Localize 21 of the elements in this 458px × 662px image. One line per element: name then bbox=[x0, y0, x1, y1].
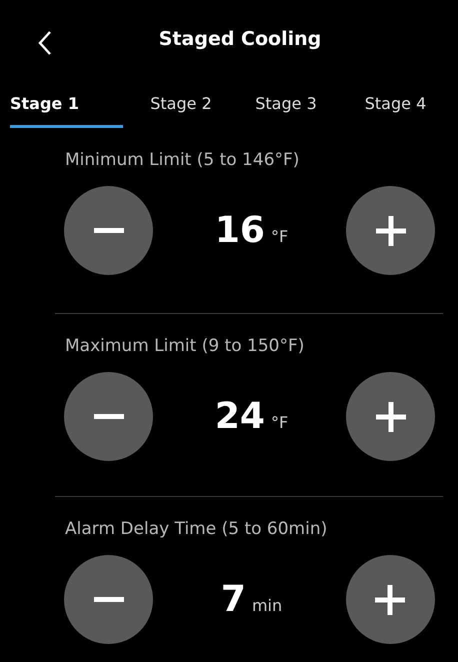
minus-icon bbox=[94, 597, 124, 602]
stage-tab[interactable]: Stage 4 bbox=[333, 78, 458, 128]
plus-icon bbox=[376, 402, 406, 432]
plus-icon bbox=[376, 216, 406, 246]
minus-icon bbox=[94, 228, 124, 233]
screen-title: Staged Cooling bbox=[158, 28, 322, 50]
setting-label: Minimum Limit (5 to 146°F) bbox=[64, 150, 300, 170]
setting-value: 24 bbox=[214, 396, 265, 437]
unit-label: min bbox=[252, 596, 282, 615]
setting-label: Alarm Delay Time (5 to 60min) bbox=[64, 519, 328, 539]
unit-label: °F bbox=[270, 413, 288, 432]
minus-icon bbox=[94, 414, 124, 419]
stage-tab[interactable]: Stage 1 bbox=[10, 78, 123, 128]
setting-value: 16 bbox=[214, 210, 265, 251]
stage-tab[interactable]: Stage 2 bbox=[123, 78, 239, 128]
plus-icon bbox=[375, 584, 406, 614]
stage-tab[interactable]: Stage 3 bbox=[239, 78, 333, 128]
unit-label: °F bbox=[270, 227, 288, 246]
setting-label: Maximum Limit (9 to 150°F) bbox=[64, 336, 306, 356]
setting-value: 7 bbox=[220, 579, 246, 620]
back-icon[interactable] bbox=[38, 30, 52, 56]
